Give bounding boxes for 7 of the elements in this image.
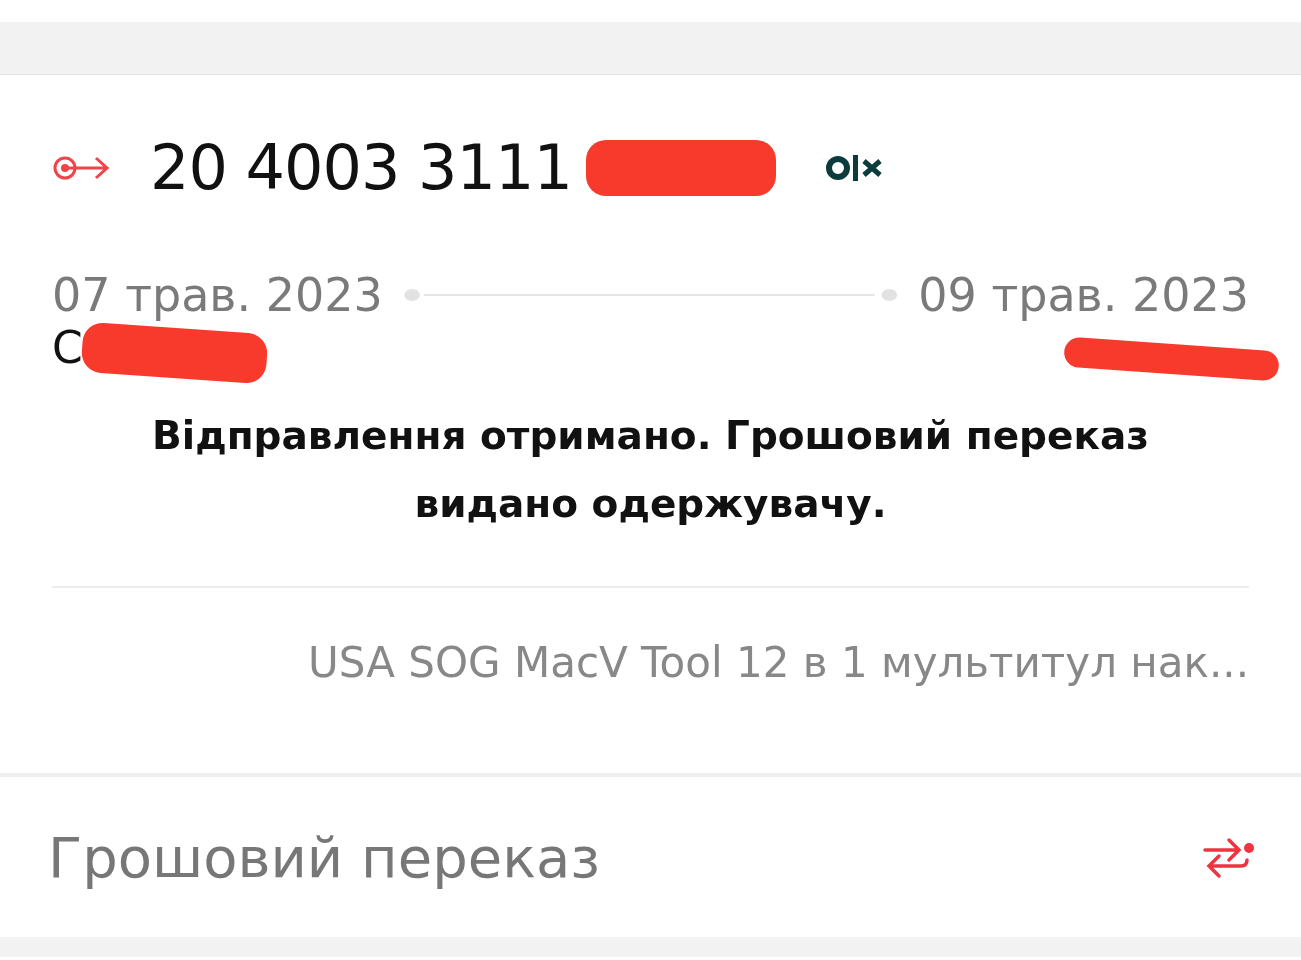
status-message: Відправлення отримано. Грошовий переказ видано одержувачу. [151, 412, 1150, 528]
tracking-number: 20 4003 3111 [150, 131, 572, 204]
item-title: USA SOG MacV Tool 12 в 1 мультитул нак... [308, 638, 1249, 687]
sent-date: 07 трав. 2023 [52, 268, 383, 322]
delivered-date: 09 трав. 2023 [918, 268, 1249, 322]
service-label: Грошовий переказ [48, 824, 601, 890]
origin-city: С [52, 322, 83, 373]
